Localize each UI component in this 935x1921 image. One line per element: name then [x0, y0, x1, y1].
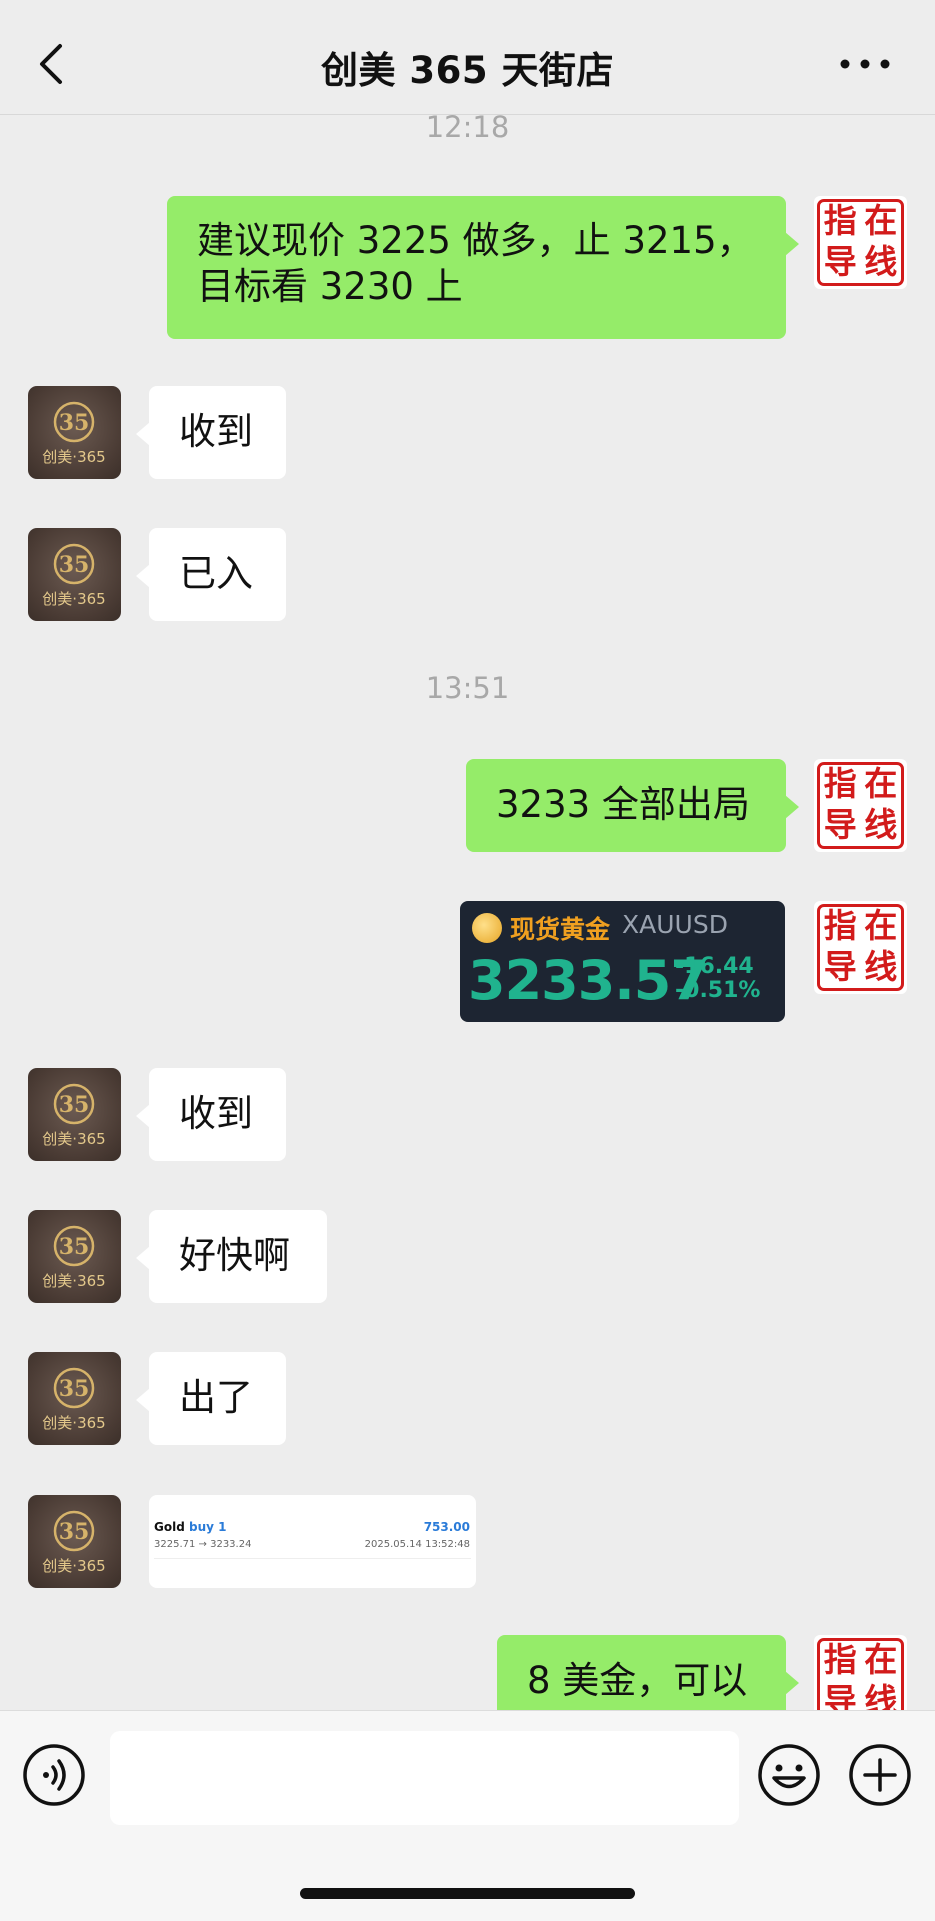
- message-text: 8 美金，可以: [527, 1659, 748, 1702]
- message-text: 已入: [179, 552, 253, 595]
- message-text: 收到: [179, 410, 253, 453]
- price-card-image[interactable]: 现货黄金 XAUUSD 3233.57 -16.44 -0.51%: [460, 901, 785, 1022]
- avatar[interactable]: 指在 导线: [814, 196, 907, 289]
- message-bubble-incoming[interactable]: 收到: [136, 386, 286, 479]
- message-bubble-incoming[interactable]: 收到: [136, 1068, 286, 1161]
- emoji-icon[interactable]: [757, 1743, 821, 1807]
- chat-header: 创美 365 天街店: [0, 0, 935, 115]
- svg-text:创美·365: 创美·365: [42, 1414, 105, 1432]
- avatar[interactable]: 指在 导线: [814, 1635, 907, 1710]
- svg-text:创美·365: 创美·365: [42, 1272, 105, 1290]
- svg-text:35: 35: [59, 410, 90, 436]
- svg-text:35: 35: [59, 1376, 90, 1402]
- instrument-symbol: XAUUSD: [622, 910, 728, 939]
- brand-logo-icon: 35 创美·365: [42, 1083, 106, 1148]
- message-text: 3233 全部出局: [496, 783, 750, 826]
- message-text: 收到: [179, 1092, 253, 1135]
- brand-logo-icon: 35 创美·365: [42, 543, 106, 608]
- message-bubble-outgoing[interactable]: 8 美金，可以: [497, 1635, 799, 1710]
- divider: [154, 1558, 471, 1559]
- message-text: 出了: [179, 1376, 253, 1419]
- message-bubble-incoming[interactable]: 已入: [136, 528, 286, 621]
- message-text: 建议现价 3225 做多，止 3215，: [197, 219, 754, 262]
- stamp-avatar-icon: 指在 导线: [817, 762, 904, 849]
- avatar[interactable]: 指在 导线: [814, 901, 907, 994]
- gold-coin-icon: [472, 913, 502, 943]
- voice-icon[interactable]: [22, 1743, 86, 1807]
- brand-logo-icon: 35 创美·365: [42, 401, 106, 466]
- more-icon[interactable]: [835, 52, 895, 76]
- chat-title: 创美 365 天街店: [321, 49, 614, 92]
- price-change: -16.44 -0.51%: [675, 954, 761, 1003]
- avatar[interactable]: 35 创美·365: [28, 528, 121, 621]
- trade-datetime: 2025.05.14 13:52:48: [364, 1539, 470, 1550]
- message-bubble-outgoing[interactable]: 3233 全部出局: [466, 759, 799, 852]
- message-text: 目标看 3230 上: [197, 265, 463, 308]
- timestamp: 12:18: [425, 114, 510, 144]
- svg-text:创美·365: 创美·365: [42, 590, 105, 608]
- brand-logo-icon: 35 创美·365: [42, 1510, 106, 1575]
- message-list[interactable]: 12:18 建议现价 3225 做多，止 3215， 目标看 3230 上 指在…: [0, 114, 935, 1710]
- svg-text:35: 35: [59, 1234, 90, 1260]
- instrument-name: 现货黄金: [510, 915, 611, 944]
- svg-text:35: 35: [59, 552, 90, 578]
- svg-text:创美·365: 创美·365: [42, 448, 105, 466]
- timestamp: 13:51: [425, 671, 510, 705]
- trade-instrument: Gold buy 1: [154, 1520, 227, 1534]
- avatar[interactable]: 35 创美·365: [28, 1210, 121, 1303]
- avatar[interactable]: 35 创美·365: [28, 1495, 121, 1588]
- avatar[interactable]: 35 创美·365: [28, 1352, 121, 1445]
- svg-text:35: 35: [59, 1092, 90, 1118]
- stamp-avatar-icon: 指在 导线: [817, 199, 904, 286]
- avatar[interactable]: 35 创美·365: [28, 1068, 121, 1161]
- message-bubble-incoming[interactable]: 好快啊: [136, 1210, 327, 1303]
- message-bubble-incoming[interactable]: 出了: [136, 1352, 286, 1445]
- svg-text:创美·365: 创美·365: [42, 1557, 105, 1575]
- stamp-avatar-icon: 指在 导线: [817, 1638, 904, 1710]
- message-bubble-outgoing[interactable]: 建议现价 3225 做多，止 3215， 目标看 3230 上: [167, 196, 799, 339]
- home-indicator[interactable]: [300, 1888, 635, 1899]
- avatar[interactable]: 35 创美·365: [28, 386, 121, 479]
- input-bar: [0, 1710, 935, 1921]
- svg-text:35: 35: [59, 1519, 90, 1545]
- avatar[interactable]: 指在 导线: [814, 759, 907, 852]
- message-text: 好快啊: [179, 1234, 290, 1277]
- stamp-avatar-icon: 指在 导线: [817, 904, 904, 991]
- brand-logo-icon: 35 创美·365: [42, 1225, 106, 1290]
- trade-prices: 3225.71 → 3233.24: [154, 1539, 252, 1550]
- message-input[interactable]: [110, 1731, 739, 1825]
- plus-icon[interactable]: [848, 1743, 912, 1807]
- brand-logo-icon: 35 创美·365: [42, 1367, 106, 1432]
- trade-profit: 753.00: [423, 1520, 470, 1534]
- price-value: 3233.57: [468, 949, 708, 1012]
- svg-text:创美·365: 创美·365: [42, 1130, 105, 1148]
- trade-screenshot-image[interactable]: Gold buy 1 753.00 3225.71 → 3233.24 2025…: [149, 1495, 476, 1588]
